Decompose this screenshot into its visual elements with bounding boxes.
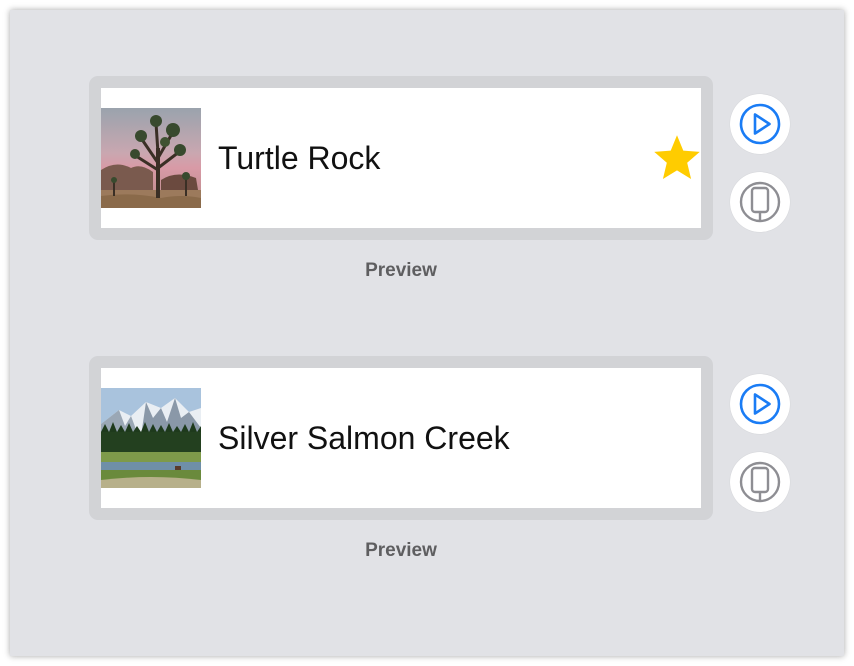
landmark-row[interactable]: Silver Salmon Creek bbox=[101, 368, 701, 508]
preview-canvas: Turtle Rock Preview Silver Salmon Creek … bbox=[10, 10, 844, 656]
live-preview-button-1[interactable] bbox=[730, 94, 790, 154]
preview-caption-2: Preview bbox=[365, 540, 437, 561]
play-circle-icon bbox=[739, 383, 781, 425]
preview-frame-1: Turtle Rock bbox=[89, 76, 713, 240]
preview-caption-1: Preview bbox=[365, 260, 437, 281]
preview-frame-2: Silver Salmon Creek bbox=[89, 356, 713, 520]
preview-on-device-button-2[interactable] bbox=[730, 452, 790, 512]
favorite-star-icon bbox=[651, 132, 701, 184]
live-preview-button-2[interactable] bbox=[730, 374, 790, 434]
play-circle-icon bbox=[739, 103, 781, 145]
landmark-row[interactable]: Turtle Rock bbox=[101, 88, 701, 228]
landmark-name: Silver Salmon Creek bbox=[218, 420, 510, 456]
landmark-thumbnail bbox=[101, 108, 201, 208]
preview-on-device-button-1[interactable] bbox=[730, 172, 790, 232]
device-icon bbox=[739, 461, 781, 503]
landmark-name: Turtle Rock bbox=[218, 140, 381, 176]
landmark-thumbnail bbox=[101, 388, 201, 488]
device-icon bbox=[739, 181, 781, 223]
